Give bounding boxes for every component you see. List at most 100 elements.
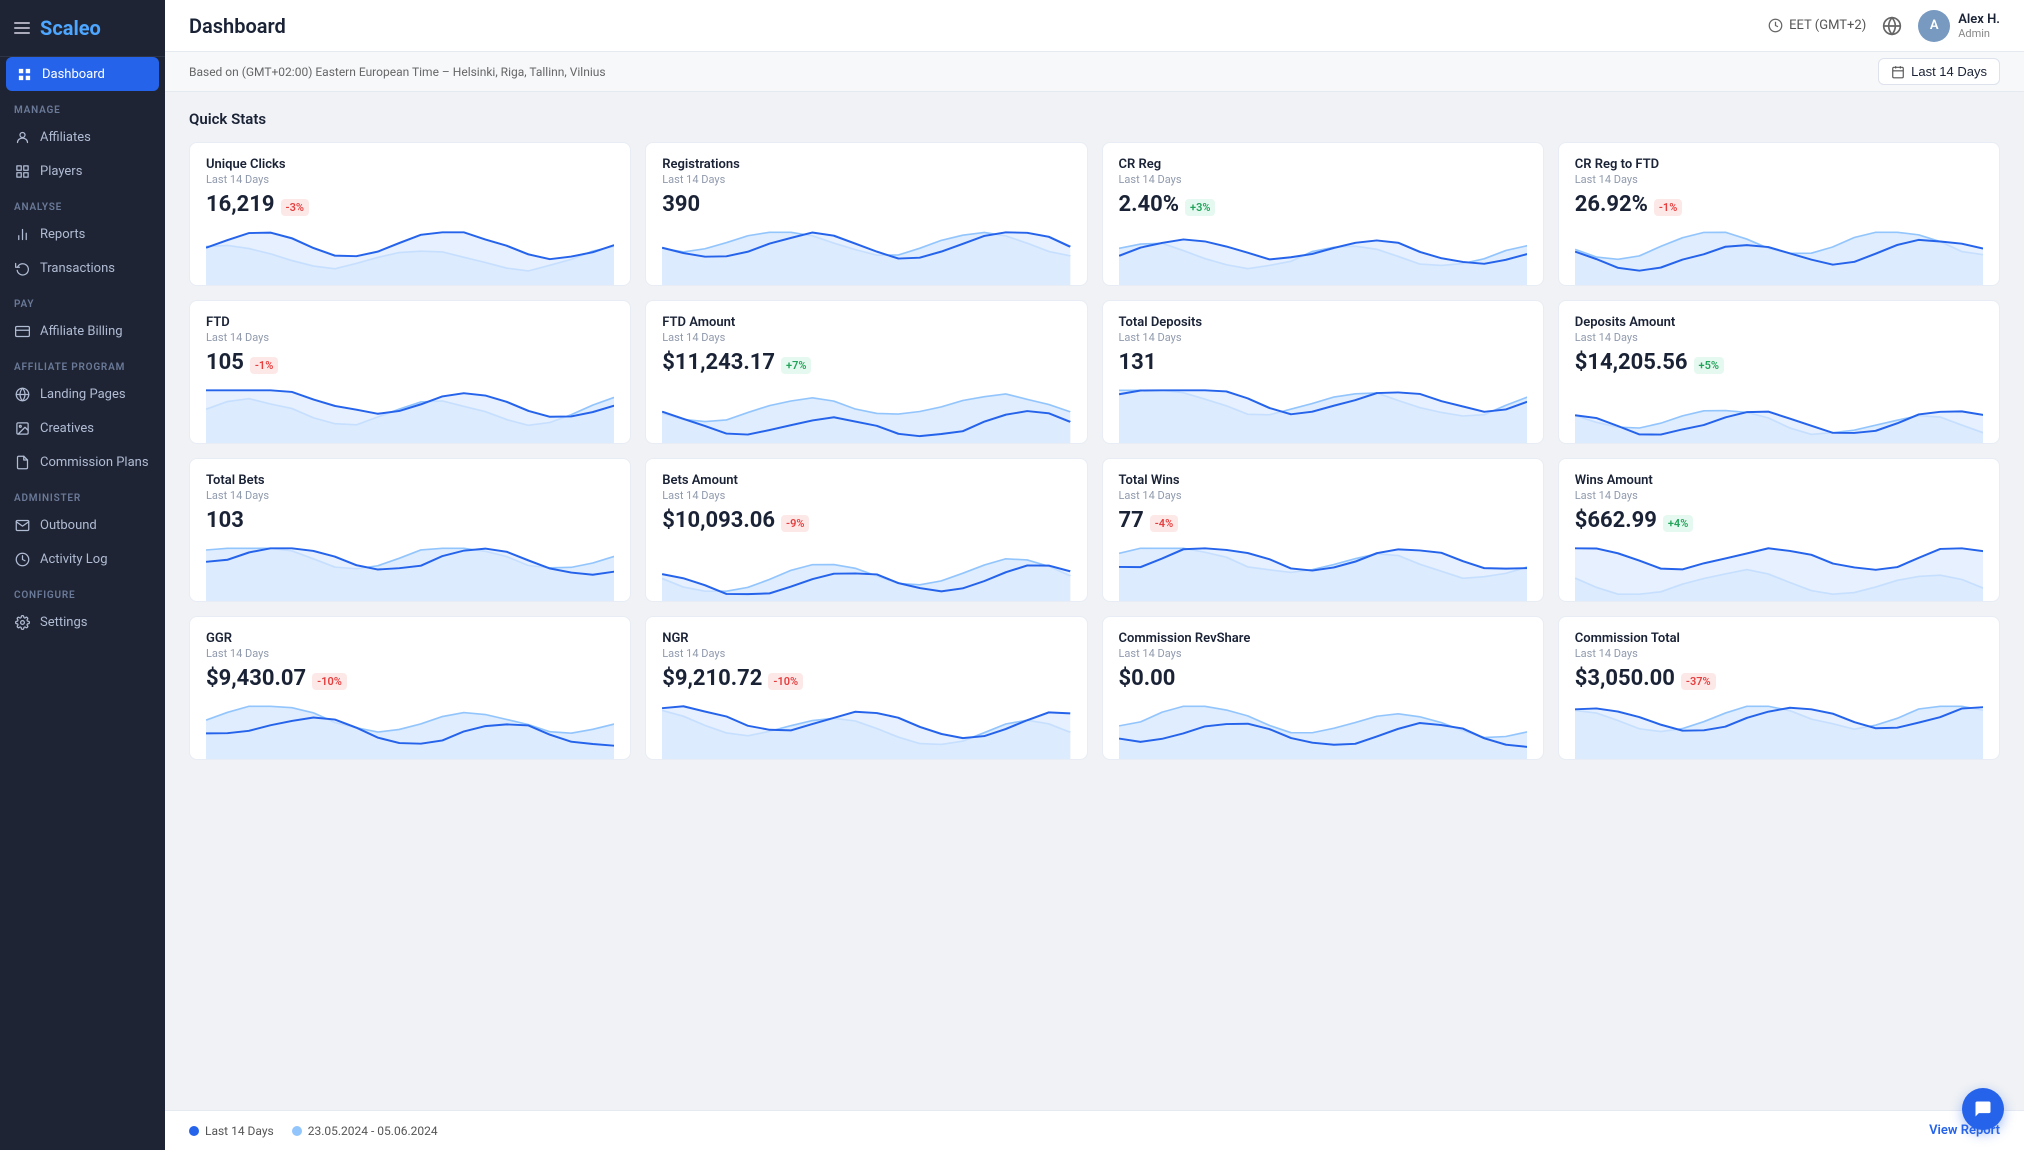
stat-period: Last 14 Days: [1119, 647, 1527, 660]
chart-area: [1119, 541, 1527, 601]
sidebar-section-pay: Pay: [0, 285, 165, 314]
sidebar-item-label: Reports: [40, 227, 85, 242]
sidebar-item-dashboard[interactable]: Dashboard: [6, 57, 159, 91]
stat-value-row: $3,050.00 -37%: [1575, 666, 1983, 691]
stat-value: $14,205.56: [1575, 350, 1688, 375]
stat-label: CR Reg to FTD: [1575, 157, 1983, 172]
stat-card-total-bets: Total Bets Last 14 Days 103: [189, 458, 631, 602]
stat-card-cr-reg-to-ftd: CR Reg to FTD Last 14 Days 26.92% -1%: [1558, 142, 2000, 286]
sidebar-item-label: Affiliates: [40, 130, 91, 145]
sidebar-item-label: Dashboard: [42, 67, 105, 82]
chart-area: [206, 225, 614, 285]
stat-period: Last 14 Days: [1119, 173, 1527, 186]
chat-button[interactable]: [1962, 1088, 2004, 1130]
sidebar-nav: Dashboard Manage Affiliates Players Anal…: [0, 57, 165, 639]
stat-badge: -9%: [781, 515, 809, 532]
sidebar-item-players[interactable]: Players: [0, 154, 165, 188]
credit-card-icon: [14, 323, 30, 339]
stat-card-bets-amount: Bets Amount Last 14 Days $10,093.06 -9%: [645, 458, 1087, 602]
stat-card-unique-clicks: Unique Clicks Last 14 Days 16,219 -3%: [189, 142, 631, 286]
sidebar-item-commission-plans[interactable]: Commission Plans: [0, 445, 165, 479]
stat-badge: -10%: [312, 673, 347, 690]
sidebar-item-creatives[interactable]: Creatives: [0, 411, 165, 445]
stat-period: Last 14 Days: [206, 331, 614, 344]
legend-label: Last 14 Days: [205, 1124, 274, 1138]
sidebar-item-label: Activity Log: [40, 552, 108, 567]
grid-icon: [14, 163, 30, 179]
sidebar-item-affiliates[interactable]: Affiliates: [0, 120, 165, 154]
stat-value: $9,210.72: [662, 666, 762, 691]
stat-card-ggr: GGR Last 14 Days $9,430.07 -10%: [189, 616, 631, 760]
stat-label: NGR: [662, 631, 1070, 646]
stat-label: FTD: [206, 315, 614, 330]
stat-card-cr-reg: CR Reg Last 14 Days 2.40% +3%: [1102, 142, 1544, 286]
stat-card-registrations: Registrations Last 14 Days 390: [645, 142, 1087, 286]
stat-value: 103: [206, 508, 244, 533]
stat-badge: -3%: [281, 199, 309, 216]
sidebar-section-affiliate-program: Affiliate Program: [0, 348, 165, 377]
stat-label: GGR: [206, 631, 614, 646]
stat-value: $662.99: [1575, 508, 1657, 533]
stat-value-row: $11,243.17 +7%: [662, 350, 1070, 375]
stat-value-row: $0.00: [1119, 666, 1527, 691]
stat-label: Commission RevShare: [1119, 631, 1527, 646]
sidebar-item-activity-log[interactable]: Activity Log: [0, 542, 165, 576]
sidebar-section-configure: Configure: [0, 576, 165, 605]
calendar-icon: [1891, 65, 1905, 79]
stat-value-row: $9,430.07 -10%: [206, 666, 614, 691]
topbar: Dashboard EET (GMT+2) A Alex H. Admin: [165, 0, 2024, 52]
sidebar-item-affiliate-billing[interactable]: Affiliate Billing: [0, 314, 165, 348]
gear-icon: [14, 614, 30, 630]
stat-card-commission-total: Commission Total Last 14 Days $3,050.00 …: [1558, 616, 2000, 760]
stat-badge: -37%: [1681, 673, 1716, 690]
sidebar-item-reports[interactable]: Reports: [0, 217, 165, 251]
stat-label: Deposits Amount: [1575, 315, 1983, 330]
stat-value: 77: [1119, 508, 1144, 533]
clock-icon: [14, 551, 30, 567]
page-title: Dashboard: [189, 14, 286, 38]
sidebar-item-label: Settings: [40, 615, 87, 630]
chart-area: [1119, 383, 1527, 443]
stat-label: Bets Amount: [662, 473, 1070, 488]
stat-badge: +4%: [1663, 515, 1693, 532]
stat-period: Last 14 Days: [206, 489, 614, 502]
stat-value: 2.40%: [1119, 192, 1180, 217]
footer-legend: Last 14 Days 23.05.2024 - 05.06.2024 Vie…: [165, 1110, 2024, 1150]
date-range-button[interactable]: Last 14 Days: [1878, 58, 2000, 85]
stat-value: $0.00: [1119, 666, 1176, 691]
stat-value-row: 16,219 -3%: [206, 192, 614, 217]
stat-period: Last 14 Days: [1575, 489, 1983, 502]
chart-area: [662, 699, 1070, 759]
stat-value-row: 103: [206, 508, 614, 533]
chart-area: [1575, 699, 1983, 759]
chart-area: [206, 699, 614, 759]
user-menu[interactable]: A Alex H. Admin: [1918, 10, 2000, 42]
sidebar-item-transactions[interactable]: Transactions: [0, 251, 165, 285]
hamburger-icon[interactable]: [14, 22, 30, 34]
stat-label: Wins Amount: [1575, 473, 1983, 488]
timezone-info: Based on (GMT+02:00) Eastern European Ti…: [189, 65, 606, 79]
stat-card-total-wins: Total Wins Last 14 Days 77 -4%: [1102, 458, 1544, 602]
person-circle-icon: [14, 129, 30, 145]
stat-value-row: $14,205.56 +5%: [1575, 350, 1983, 375]
sidebar-header: Scaleo: [0, 0, 165, 57]
legend-label: 23.05.2024 - 05.06.2024: [308, 1124, 438, 1138]
stat-value: $9,430.07: [206, 666, 306, 691]
chat-icon: [1973, 1099, 1993, 1119]
stat-badge: -1%: [250, 357, 278, 374]
stat-card-deposits-amount: Deposits Amount Last 14 Days $14,205.56 …: [1558, 300, 2000, 444]
user-info: Alex H. Admin: [1958, 12, 2000, 40]
logo: Scaleo: [40, 16, 101, 40]
refresh-icon: [14, 260, 30, 276]
stat-period: Last 14 Days: [206, 173, 614, 186]
sidebar-item-landing-pages[interactable]: Landing Pages: [0, 377, 165, 411]
dashboard-icon: [16, 66, 32, 82]
stat-badge: -10%: [768, 673, 803, 690]
legend-items: Last 14 Days 23.05.2024 - 05.06.2024: [189, 1124, 438, 1138]
sidebar-item-settings[interactable]: Settings: [0, 605, 165, 639]
user-role: Admin: [1958, 27, 2000, 40]
sidebar-item-outbound[interactable]: Outbound: [0, 508, 165, 542]
sidebar-item-label: Players: [40, 164, 82, 179]
chart-area: [206, 541, 614, 601]
dashboard-content: Quick Stats Unique Clicks Last 14 Days 1…: [165, 92, 2024, 1110]
